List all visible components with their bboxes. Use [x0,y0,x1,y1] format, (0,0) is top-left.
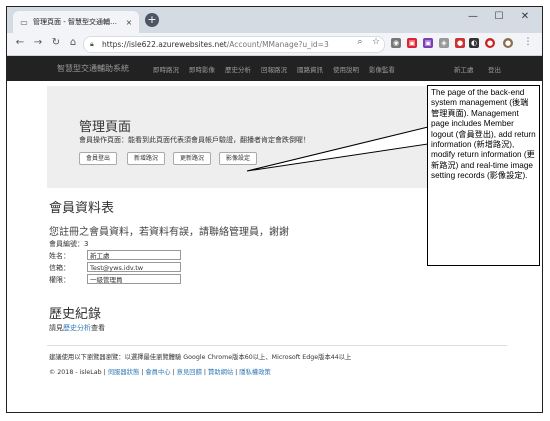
annotation-callout: The page of the back-end system manageme… [427,85,540,266]
